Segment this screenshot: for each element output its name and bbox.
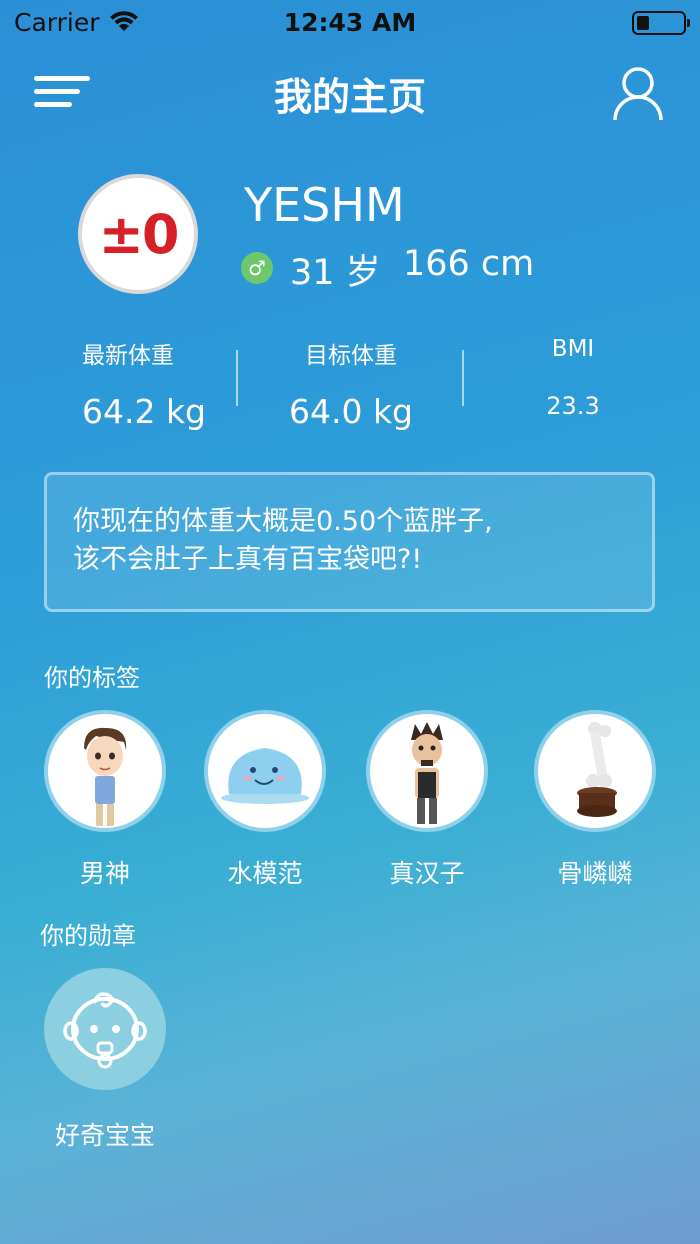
weight-comparison-message: 你现在的体重大概是0.50个蓝胖子, 该不会肚子上真有百宝袋吧?! — [44, 472, 655, 612]
profile-button[interactable] — [612, 66, 664, 122]
divider — [236, 350, 238, 406]
height: 166 cm — [403, 244, 535, 284]
stat-value: 64.0 kg — [288, 392, 414, 431]
stat-value: 23.3 — [546, 392, 600, 420]
divider — [462, 350, 464, 406]
tag-item[interactable]: 骨嶙嶙 — [534, 710, 656, 890]
stat-bmi: BMI 23.3 — [473, 336, 673, 420]
username: YESHM — [244, 178, 405, 232]
stat-latest-weight: 最新体重 64.2 kg — [28, 336, 228, 431]
baby-face-icon — [44, 968, 166, 1090]
message-line-1: 你现在的体重大概是0.50个蓝胖子, — [73, 506, 493, 537]
tag-name: 骨嶙嶙 — [557, 859, 633, 888]
stat-label: 最新体重 — [82, 343, 174, 369]
tough-guy-icon — [366, 710, 488, 832]
page-title: 我的主页 — [273, 75, 426, 119]
user-icon — [613, 67, 663, 121]
tag-item[interactable]: 男神 — [44, 710, 166, 890]
clock: 12:43 AM — [283, 8, 417, 37]
medals-section-title: 你的勋章 — [40, 922, 136, 950]
water-blob-icon — [204, 710, 326, 832]
stat-label: BMI — [551, 336, 595, 362]
bone-trophy-icon — [534, 710, 656, 832]
tag-item[interactable]: 水模范 — [204, 710, 326, 890]
avatar-logo: ±0 — [98, 202, 180, 266]
tags-section-title: 你的标签 — [44, 664, 140, 692]
tag-name: 男神 — [79, 859, 130, 888]
message-line-2: 该不会肚子上真有百宝袋吧?! — [73, 544, 423, 575]
male-icon: ♂ — [241, 252, 273, 284]
tag-name: 真汉子 — [389, 859, 465, 888]
stat-label: 目标体重 — [305, 343, 397, 369]
medal-name: 好奇宝宝 — [54, 1121, 155, 1150]
stat-value: 64.2 kg — [81, 392, 207, 431]
handsome-man-icon — [44, 710, 166, 832]
avatar[interactable]: ±0 — [78, 174, 198, 294]
battery-icon — [632, 11, 690, 35]
status-bar: Carrier 12:43 AM — [0, 0, 700, 48]
tag-item[interactable]: 真汉子 — [366, 710, 488, 890]
age: 31 岁 — [290, 253, 381, 293]
tag-name: 水模范 — [227, 859, 303, 888]
stat-target-weight: 目标体重 64.0 kg — [251, 336, 451, 431]
medal-item[interactable]: 好奇宝宝 — [44, 968, 166, 1152]
